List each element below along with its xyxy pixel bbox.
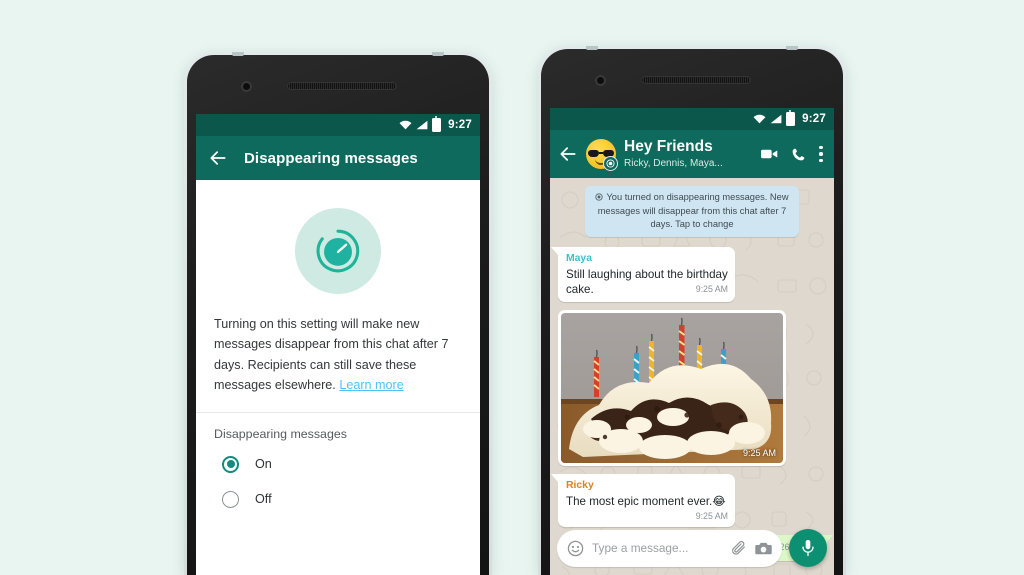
chat-header-meta[interactable]: Hey Friends Ricky, Dennis, Maya... bbox=[624, 138, 753, 170]
timer-icon bbox=[595, 192, 604, 205]
section-label: Disappearing messages bbox=[214, 426, 347, 441]
birthday-cake-photo[interactable]: 9:25 AM bbox=[561, 312, 783, 463]
chat-participants: Ricky, Dennis, Maya... bbox=[624, 157, 723, 169]
image-message-bubble[interactable]: 9:25 AM bbox=[558, 309, 786, 466]
system-message[interactable]: You turned on disappearing messages. New… bbox=[585, 186, 799, 237]
learn-more-link[interactable]: Learn more bbox=[339, 378, 403, 392]
camera-icon[interactable] bbox=[755, 541, 772, 556]
settings-app-bar: Disappearing messages bbox=[196, 136, 480, 180]
voice-call-icon[interactable] bbox=[791, 147, 806, 162]
photo-timestamp: 9:25 AM bbox=[742, 447, 776, 458]
paperclip-icon[interactable] bbox=[731, 540, 747, 556]
signal-icon bbox=[770, 114, 782, 124]
message-input-bar: Type a message... bbox=[550, 521, 834, 575]
message-sender: Maya bbox=[566, 252, 592, 264]
phone-right: 9:27 Hey Friends Ricky, Dennis, Maya... … bbox=[538, 46, 846, 575]
chat-title: Hey Friends bbox=[624, 138, 713, 156]
back-arrow-icon[interactable] bbox=[558, 144, 578, 164]
phone-left-screen: 9:27 Disappearing messages Turning on th… bbox=[196, 114, 480, 575]
wifi-icon bbox=[399, 120, 412, 130]
front-camera-icon bbox=[595, 75, 606, 86]
earpiece-speaker bbox=[641, 76, 751, 84]
phone-right-screen: 9:27 Hey Friends Ricky, Dennis, Maya... … bbox=[550, 108, 834, 575]
frame-accent-right bbox=[786, 46, 798, 50]
status-time-right: 9:27 bbox=[802, 113, 826, 125]
frame-accent-right bbox=[432, 52, 444, 56]
microphone-button[interactable] bbox=[789, 529, 827, 567]
description-body: Turning on this setting will make new me… bbox=[214, 317, 449, 393]
phone-left: 9:27 Disappearing messages Turning on th… bbox=[184, 52, 492, 575]
front-camera-icon bbox=[241, 81, 252, 92]
message-time: 9:25 AM bbox=[695, 284, 728, 295]
message-text: The most epic moment ever.😂 9:25 AM bbox=[566, 494, 728, 522]
messages-container: You turned on disappearing messages. New… bbox=[550, 178, 834, 561]
smiley-icon[interactable] bbox=[567, 540, 584, 557]
wifi-icon bbox=[753, 114, 766, 124]
battery-icon bbox=[432, 116, 442, 132]
chat-bar-actions bbox=[761, 146, 826, 162]
message-bubble[interactable]: Ricky The most epic moment ever.😂 9:25 A… bbox=[551, 473, 735, 528]
earpiece-speaker bbox=[287, 82, 397, 90]
frame-accent-left bbox=[232, 52, 244, 56]
radio-off[interactable] bbox=[222, 490, 239, 508]
radio-on-label: On bbox=[255, 457, 272, 472]
status-bar-right: 9:27 bbox=[550, 108, 834, 130]
message-sender: Ricky bbox=[566, 479, 594, 491]
message-body: The most epic moment ever.😂 bbox=[566, 494, 726, 508]
disappearing-timer-icon bbox=[316, 229, 360, 273]
video-call-icon[interactable] bbox=[761, 148, 778, 160]
option-row-off[interactable]: Off bbox=[196, 482, 480, 517]
battery-icon bbox=[786, 110, 796, 126]
signal-icon bbox=[416, 120, 428, 130]
message-row-maya[interactable]: Maya Still laughing about the birthday c… bbox=[551, 246, 826, 302]
screenshot-stage: 9:27 Disappearing messages Turning on th… bbox=[0, 0, 1024, 575]
description-text: Turning on this setting will make new me… bbox=[196, 314, 480, 396]
microphone-icon bbox=[802, 539, 814, 556]
message-input-pill[interactable]: Type a message... bbox=[557, 529, 782, 567]
settings-body: Turning on this setting will make new me… bbox=[196, 180, 480, 575]
page-title: Disappearing messages bbox=[244, 149, 418, 167]
status-time-left: 9:27 bbox=[448, 119, 472, 131]
message-input-placeholder[interactable]: Type a message... bbox=[592, 541, 723, 555]
hero-illustration bbox=[196, 180, 480, 314]
avatar[interactable] bbox=[586, 139, 618, 171]
message-bubble[interactable]: Maya Still laughing about the birthday c… bbox=[551, 246, 735, 302]
frame-accent-left bbox=[586, 46, 598, 50]
chat-app-bar: Hey Friends Ricky, Dennis, Maya... bbox=[550, 130, 834, 178]
hero-circle bbox=[295, 208, 381, 294]
system-message-text: You turned on disappearing messages. New… bbox=[597, 192, 789, 230]
chat-message-list[interactable]: You turned on disappearing messages. New… bbox=[550, 178, 834, 575]
message-row-ricky[interactable]: Ricky The most epic moment ever.😂 9:25 A… bbox=[551, 473, 826, 528]
option-row-on[interactable]: On bbox=[196, 447, 480, 482]
radio-off-label: Off bbox=[255, 492, 272, 507]
message-row-photo[interactable]: 9:25 AM bbox=[558, 309, 826, 466]
back-arrow-icon[interactable] bbox=[208, 148, 228, 168]
overflow-menu-icon[interactable] bbox=[819, 146, 823, 162]
message-text: Still laughing about the birthday cake. … bbox=[566, 267, 728, 298]
disappearing-timer-badge-icon bbox=[603, 156, 618, 171]
status-bar-left: 9:27 bbox=[196, 114, 480, 136]
radio-on[interactable] bbox=[222, 455, 239, 473]
